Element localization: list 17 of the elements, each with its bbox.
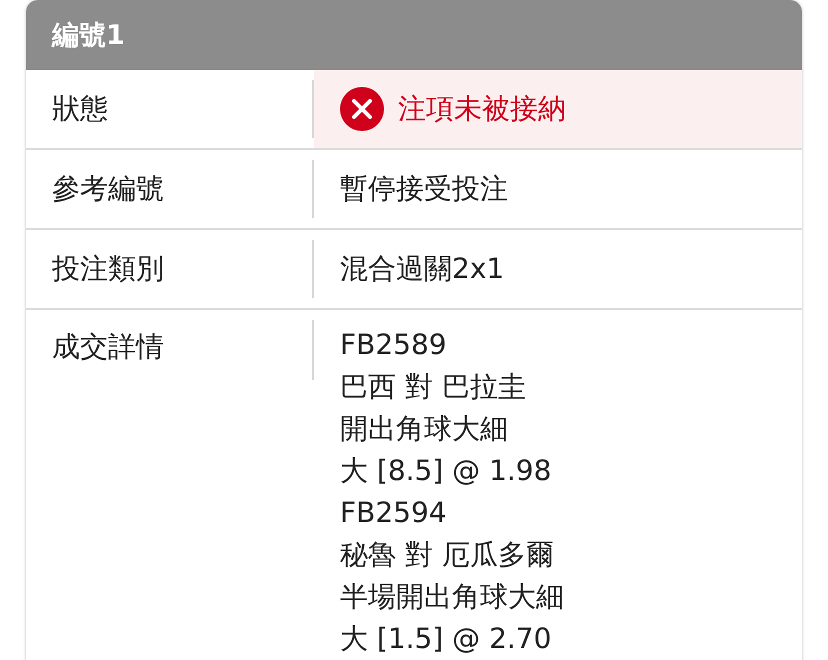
error-icon	[340, 87, 384, 131]
field-label: 投注類別	[52, 251, 164, 287]
field-label: 成交詳情	[52, 329, 164, 365]
detail-line: FB2594	[340, 495, 448, 531]
field-label: 狀態	[52, 91, 108, 127]
status-text: 注項未被接納	[398, 91, 566, 127]
field-value: 暫停接受投注	[340, 171, 508, 207]
detail-line: 開出角球大細	[340, 411, 509, 447]
detail-line: 巴西 對 巴拉圭	[340, 369, 527, 405]
detail-line: 秘魯 對 厄瓜多爾	[340, 537, 555, 573]
detail-line: 大 [8.5] @ 1.98	[340, 453, 552, 489]
detail-line: 半場開出角球大細	[340, 579, 565, 615]
field-label: 參考編號	[52, 171, 164, 207]
detail-line: 大 [1.5] @ 2.70	[340, 621, 552, 657]
field-value: 混合過關2x1	[340, 251, 504, 287]
detail-line: FB2589	[340, 327, 448, 363]
card-title: 編號1	[52, 19, 125, 53]
